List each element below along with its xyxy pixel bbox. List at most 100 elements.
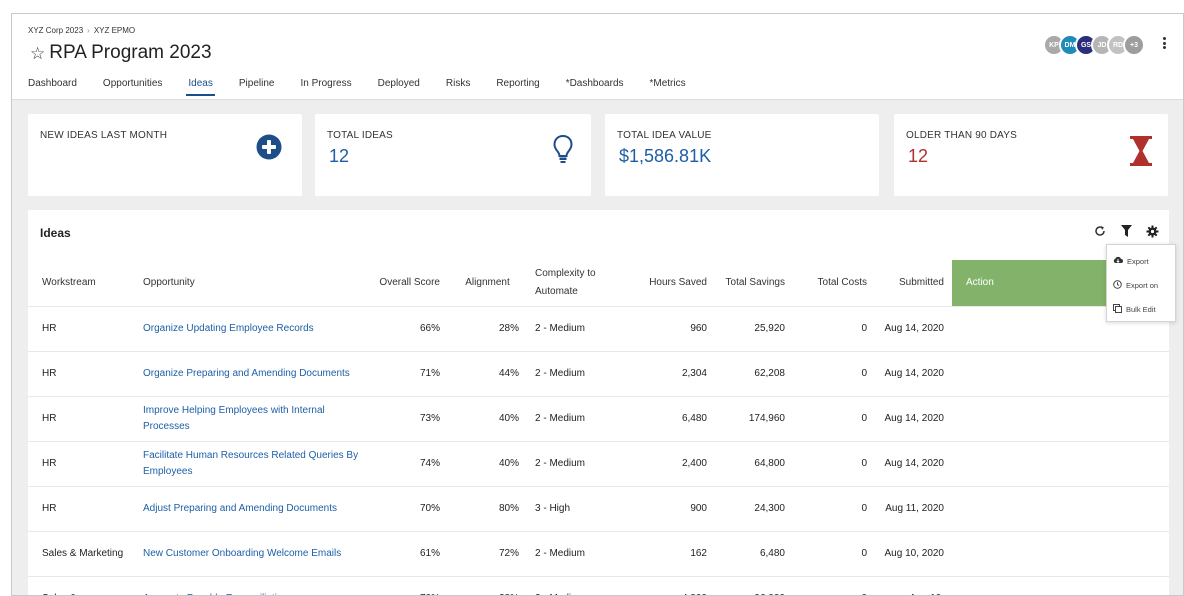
kpi-older-than-90-card[interactable]: OLDER THAN 90 DAYS 12 [894, 114, 1168, 196]
cell-action[interactable] [952, 530, 1169, 576]
cell-submitted: Aug 14, 2020 [875, 305, 952, 351]
breadcrumb-item-portfolio[interactable]: XYZ EPMO [94, 26, 135, 35]
table-row[interactable]: Sales & Accounts Payable Reconciliation … [28, 575, 1169, 595]
cell-submitted: Aug 14, 2020 [875, 440, 952, 486]
tab-dashboard[interactable]: Dashboard [28, 72, 77, 100]
cell-submitted: Aug 14, 2020 [875, 395, 952, 441]
cell-alignment: 28% [448, 305, 527, 351]
tab-custom-metrics[interactable]: *Metrics [650, 72, 686, 100]
tab-reporting[interactable]: Reporting [496, 72, 539, 100]
kpi-total-ideas-card[interactable]: TOTAL IDEAS 12 [315, 114, 591, 196]
tab-opportunities[interactable]: Opportunities [103, 72, 162, 100]
cell-workstream: HR [28, 440, 135, 486]
cell-hours-saved: 6,480 [639, 395, 715, 441]
cell-action[interactable] [952, 485, 1169, 531]
cell-opportunity-link[interactable]: New Customer Onboarding Welcome Emails [135, 530, 371, 576]
column-header-overall-score[interactable]: Overall Score [371, 260, 448, 306]
hourglass-icon [1130, 136, 1152, 171]
kpi-label: TOTAL IDEAS [327, 130, 393, 141]
cell-total-savings: 24,300 [715, 485, 793, 531]
cell-hours-saved: 2,304 [639, 350, 715, 396]
tab-custom-dashboards[interactable]: *Dashboards [566, 72, 624, 100]
plus-circle-icon[interactable] [256, 134, 282, 165]
cell-opportunity-link[interactable]: Organize Preparing and Amending Document… [135, 350, 371, 396]
cell-total-costs: 0 [793, 395, 875, 441]
breadcrumb: XYZ Corp 2023 › XYZ EPMO [28, 26, 135, 35]
cell-opportunity-link[interactable]: Facilitate Human Resources Related Queri… [135, 440, 371, 486]
cell-overall-score: 70% [371, 485, 448, 531]
cell-total-savings: 62,208 [715, 350, 793, 396]
menu-item-label: Bulk Edit [1126, 304, 1156, 314]
table-row[interactable]: Sales & Marketing New Customer Onboardin… [28, 530, 1169, 576]
column-header-submitted[interactable]: Submitted [875, 260, 952, 306]
column-header-complexity[interactable]: Complexity to Automate [527, 260, 639, 306]
tab-deployed[interactable]: Deployed [378, 72, 420, 100]
bulk-edit-icon [1113, 303, 1122, 315]
avatar-overflow[interactable]: +3 [1123, 34, 1145, 56]
tab-bar: Dashboard Opportunities Ideas Pipeline I… [28, 72, 712, 100]
cell-opportunity-link[interactable]: Improve Helping Employees with Internal … [135, 395, 371, 441]
cell-alignment: 44% [448, 350, 527, 396]
filter-icon[interactable] [1119, 224, 1133, 238]
cell-total-savings: 96,000 [715, 575, 793, 595]
cell-alignment: 28% [448, 575, 527, 595]
table-row[interactable]: HR Adjust Preparing and Amending Documen… [28, 485, 1169, 531]
cell-hours-saved: 900 [639, 485, 715, 531]
cell-action[interactable] [952, 395, 1169, 441]
menu-item-bulk-edit[interactable]: Bulk Edit [1107, 297, 1175, 321]
cell-opportunity-link[interactable]: Adjust Preparing and Amending Documents [135, 485, 371, 531]
menu-item-label: Export on [1126, 280, 1159, 290]
cell-workstream: Sales & Marketing [28, 530, 135, 576]
breadcrumb-separator: › [87, 26, 90, 35]
member-avatars[interactable]: KP DM GS JD RD +3 [1043, 34, 1145, 56]
cell-total-costs: 0 [793, 305, 875, 351]
kpi-new-ideas-card[interactable]: NEW IDEAS LAST MONTH [28, 114, 302, 196]
tab-risks[interactable]: Risks [446, 72, 470, 100]
cell-alignment: 72% [448, 530, 527, 576]
tab-ideas[interactable]: Ideas [186, 72, 216, 100]
cell-submitted: Aug 11, 2020 [875, 485, 952, 531]
breadcrumb-item-org[interactable]: XYZ Corp 2023 [28, 26, 83, 35]
clock-icon [1113, 279, 1122, 291]
cell-action[interactable] [952, 440, 1169, 486]
settings-dropdown-menu: Export Export on Bulk Edit [1106, 244, 1176, 322]
menu-item-export-on[interactable]: Export on [1107, 273, 1175, 297]
column-header-hours-saved[interactable]: Hours Saved [639, 260, 715, 306]
gear-icon[interactable] [1145, 224, 1159, 238]
cell-action[interactable] [952, 350, 1169, 396]
more-options-icon[interactable] [1159, 34, 1169, 52]
page-title: RPA Program 2023 [49, 42, 212, 63]
column-header-workstream[interactable]: Workstream [28, 260, 135, 306]
menu-item-export[interactable]: Export [1107, 249, 1175, 273]
cell-overall-score: 74% [371, 440, 448, 486]
cell-complexity: 2 - Medium [527, 305, 639, 351]
table-row[interactable]: HR Improve Helping Employees with Intern… [28, 395, 1169, 441]
cell-total-savings: 25,920 [715, 305, 793, 351]
table-row[interactable]: HR Facilitate Human Resources Related Qu… [28, 440, 1169, 486]
cell-complexity: 2 - Medium [527, 350, 639, 396]
cell-opportunity-link[interactable]: Accounts Payable Reconciliation [135, 575, 371, 595]
cell-total-costs: 0 [793, 350, 875, 396]
column-header-total-savings[interactable]: Total Savings [715, 260, 793, 306]
column-header-opportunity[interactable]: Opportunity [135, 260, 371, 306]
favorite-star-icon[interactable]: ☆ [30, 45, 45, 62]
kpi-value: $1,586.81K [619, 146, 712, 166]
cell-total-savings: 174,960 [715, 395, 793, 441]
refresh-icon[interactable] [1093, 224, 1107, 238]
cell-alignment: 80% [448, 485, 527, 531]
cell-action[interactable] [952, 575, 1169, 595]
tab-pipeline[interactable]: Pipeline [239, 72, 275, 100]
menu-item-label: Export [1127, 256, 1149, 266]
table-row[interactable]: HR Organize Preparing and Amending Docum… [28, 350, 1169, 396]
cell-submitted: Aug 10, [875, 575, 952, 595]
cell-total-savings: 64,800 [715, 440, 793, 486]
app-frame: XYZ Corp 2023 › XYZ EPMO ☆ RPA Program 2… [11, 13, 1184, 596]
column-header-alignment[interactable]: Alignment [448, 260, 527, 306]
column-header-total-costs[interactable]: Total Costs [793, 260, 875, 306]
kpi-total-value-card[interactable]: TOTAL IDEA VALUE $1,586.81K [605, 114, 879, 196]
table-row[interactable]: HR Organize Updating Employee Records 66… [28, 305, 1169, 351]
cell-opportunity-link[interactable]: Organize Updating Employee Records [135, 305, 371, 351]
cell-complexity: 3 - High [527, 485, 639, 531]
tab-in-progress[interactable]: In Progress [300, 72, 351, 100]
kpi-label: NEW IDEAS LAST MONTH [40, 130, 168, 141]
